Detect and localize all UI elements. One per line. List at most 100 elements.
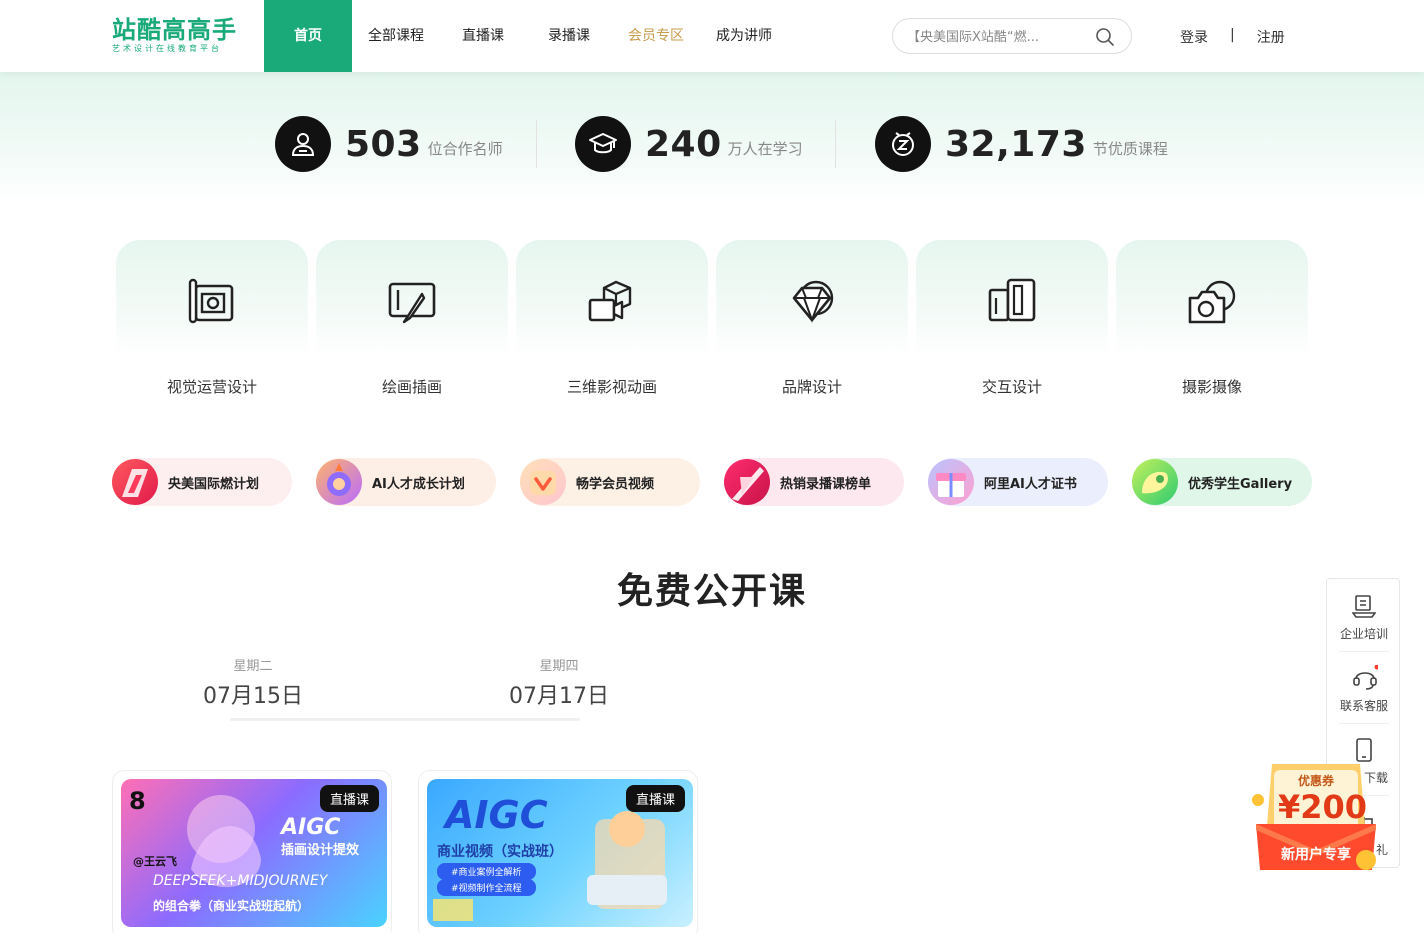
nav-become-teacher[interactable]: 成为讲师 [700,0,788,72]
graduation-cap-icon [575,116,631,172]
live-badge: 直播课 [319,785,379,812]
date-day: 07月17日 [509,684,609,709]
stat-number: 503 [345,123,422,165]
enterprise-icon [1352,595,1376,618]
course-thumb-bottom: 的组合拳（商业实战班起航） [153,899,310,913]
date-weekday: 星期四 [539,659,579,674]
category-3d-animation[interactable]: 三维影视动画 [516,240,708,410]
teacher-icon [275,116,331,172]
course-tag: #商业案例全解析 [437,863,536,880]
category-label: 三维影视动画 [566,378,657,396]
date-day: 07月15日 [203,684,303,709]
course-thumb-title: AIGC [445,793,548,837]
nav-home[interactable]: 首页 [264,0,352,72]
nav-vip[interactable]: 会员专区 [612,0,700,72]
auth-separator: | [1230,27,1235,43]
plan-label: AI人才成长计划 [372,476,465,492]
category-label: 交互设计 [981,378,1042,396]
drawing-tablet-icon [388,282,436,324]
category-label: 品牌设计 [781,378,842,396]
plan-label: 热销录播课榜单 [780,476,872,492]
category-photography[interactable]: 摄影摄像 [1116,240,1308,410]
camera-icon [1188,280,1236,324]
category-painting[interactable]: 绘画插画 [316,240,508,410]
register-link[interactable]: 注册 [1257,27,1285,47]
z-coin-icon [875,116,931,172]
plan-label: 阿里AI人才证书 [984,476,1077,492]
plan-ai-talent[interactable]: AI人才成长计划 [316,458,496,506]
plan-label: 畅学会员视频 [576,476,655,492]
stat-number: 32,173 [945,123,1087,165]
stats-band: 503 位合作名师 240 万人在学习 32,173 节优质课程 [0,72,1424,202]
course-thumb-sub: 插画设计提效 [281,843,360,858]
logo-subtitle: 艺术设计在线教育平台 [112,44,222,53]
search-box [892,18,1132,54]
devices-icon [988,278,1036,322]
date-tab-0717[interactable]: 星期四 07月17日 [459,655,659,710]
gift-cert-icon [928,459,974,505]
course-teacher: @王云飞 [133,855,177,868]
course-thumbnail: 8 @王云飞 AIGC 插画设计提效 DEEPSEEK+MIDJOURNEY 的… [121,779,387,927]
divider [536,120,537,168]
logo-text: 站酷高高手 [112,16,237,44]
stat-teachers: 503 位合作名师 [275,116,503,172]
nav-recorded[interactable]: 录播课 [526,0,612,72]
auth-links: 登录 | 注册 [1180,27,1285,47]
plan-gallery[interactable]: 优秀学生Gallery [1132,458,1312,506]
vip-v-icon [520,459,566,505]
stat-learners: 240 万人在学习 [575,116,803,172]
date-tab-0715[interactable]: 星期二 07月15日 [153,655,353,710]
plan-label: 央美国际燃计划 [168,476,260,492]
canvas-brush-icon [188,278,234,324]
side-enterprise[interactable]: 企业培训 [1327,579,1401,651]
gallery-icon [1132,459,1178,505]
category-interaction[interactable]: 交互设计 [916,240,1108,410]
course-num: 8 [129,787,146,815]
category-brand-design[interactable]: 品牌设计 [716,240,908,410]
course-thumb-line: DEEPSEEK+MIDJOURNEY [153,873,328,889]
login-link[interactable]: 登录 [1180,27,1208,47]
plan-bestseller[interactable]: 热销录播课榜单 [724,458,904,506]
customer-service-icon [1353,665,1378,690]
flame-plan-icon [112,459,158,505]
side-label: 企业培训 [1339,627,1388,641]
plan-label: 优秀学生Gallery [1188,476,1293,492]
category-label: 摄影摄像 [1181,378,1242,396]
stat-unit: 万人在学习 [727,139,803,158]
plan-member-video[interactable]: 畅学会员视频 [520,458,700,506]
diamond-icon [792,280,834,323]
ai-growth-icon [316,459,362,505]
plan-cafa[interactable]: 央美国际燃计划 [112,458,292,506]
stat-unit: 节优质课程 [1092,139,1168,158]
search-input[interactable] [907,27,1087,47]
top-header: 站酷高高手 艺术设计在线教育平台 首页 全部课程 直播课 录播课 会员专区 成为… [0,0,1424,72]
plan-ali-cert[interactable]: 阿里AI人才证书 [928,458,1108,506]
course-thumb-sub: 商业视频（实战班） [437,844,563,860]
coupon-title: 优惠券 [1297,774,1334,788]
course-tag: #视频制作全流程 [437,879,536,896]
site-logo[interactable]: 站酷高高手 艺术设计在线教育平台 [112,16,242,56]
nav-all-courses[interactable]: 全部课程 [352,0,440,72]
category-label: 视觉运营设计 [166,378,257,396]
main-nav: 首页 全部课程 直播课 录播课 会员专区 成为讲师 [264,0,788,72]
category-label: 绘画插画 [381,378,442,396]
section-title: 免费公开课 [616,571,807,612]
course-card[interactable]: 8 @王云飞 AIGC 插画设计提效 DEEPSEEK+MIDJOURNEY 的… [112,770,392,933]
live-badge: 直播课 [625,785,685,812]
nav-live[interactable]: 直播课 [440,0,526,72]
course-thumbnail: AIGC 商业视频（实战班） #商业案例全解析 #视频制作全流程 直播课 [427,779,693,927]
stat-number: 240 [645,123,722,165]
course-card[interactable]: AIGC 商业视频（实战班） #商业案例全解析 #视频制作全流程 直播课 [418,770,698,933]
date-weekday: 星期二 [233,659,273,674]
course-thumb-title: AIGC [281,815,341,840]
coupon-amount: ¥200 [1278,788,1368,826]
category-visual-ops[interactable]: 视觉运营设计 [116,240,308,410]
category-grid: 视觉运营设计 绘画插画 三维影视动画 品牌设计 交互设计 摄影摄像 [116,240,1308,410]
page: 站酷高高手 艺术设计在线教育平台 首页 全部课程 直播课 录播课 会员专区 成为… [0,0,1424,933]
search-icon[interactable] [1095,27,1115,47]
side-label: 联系客服 [1339,699,1388,713]
stat-courses: 32,173 节优质课程 [875,116,1168,172]
new-user-coupon[interactable]: 优惠券 ¥200 新用户专享 [1248,760,1384,878]
date-tabs-underline [230,718,580,721]
side-customer-service[interactable]: 联系客服 [1327,651,1401,723]
